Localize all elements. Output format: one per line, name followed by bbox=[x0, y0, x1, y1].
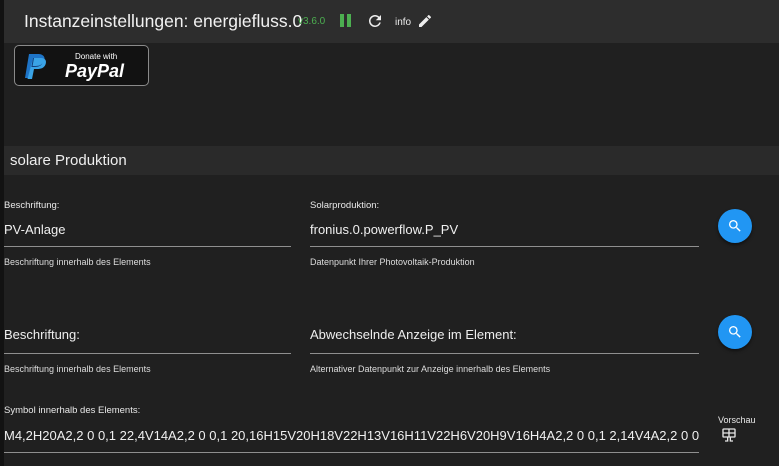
select-datapoint-button[interactable] bbox=[718, 209, 752, 243]
symbol-label: Symbol innerhalb des Elements: bbox=[4, 405, 141, 416]
caption-input[interactable]: PV-Anlage bbox=[4, 222, 65, 237]
caption-secondary-input[interactable]: Beschriftung: bbox=[4, 327, 80, 342]
select-alternate-datapoint-button[interactable] bbox=[718, 315, 752, 349]
preview-label: Vorschau bbox=[718, 415, 756, 425]
paypal-brand-text: PayPal bbox=[65, 61, 125, 81]
solar-production-underline bbox=[310, 246, 699, 247]
symbol-input[interactable]: M4,2H20A2,2 0 0,1 22,4V14A2,2 0 0,1 20,1… bbox=[4, 426, 699, 446]
alternate-display-help: Alternativer Datenpunkt zur Anzeige inne… bbox=[310, 364, 551, 374]
caption-secondary-underline bbox=[4, 353, 291, 354]
pencil-icon[interactable] bbox=[417, 13, 433, 29]
title-bar: Instanzeinstellungen: energiefluss.0 v3.… bbox=[4, 0, 779, 43]
alternate-display-input[interactable]: Abwechselnde Anzeige im Element: bbox=[310, 327, 517, 342]
search-icon bbox=[729, 326, 741, 338]
symbol-input-value: M4,2H20A2,2 0 0,1 22,4V14A2,2 0 0,1 20,1… bbox=[4, 428, 699, 443]
paypal-logo-icon bbox=[25, 54, 46, 79]
section-header: solare Produktion bbox=[4, 146, 779, 175]
page-title: Instanzeinstellungen: energiefluss.0 bbox=[24, 11, 303, 31]
solar-production-input[interactable]: fronius.0.powerflow.P_PV bbox=[310, 222, 458, 237]
instance-settings-window: Instanzeinstellungen: energiefluss.0 v3.… bbox=[4, 0, 779, 466]
caption-help: Beschriftung innerhalb des Elements bbox=[4, 257, 151, 267]
donate-small-text: Donate with bbox=[75, 52, 118, 61]
caption-secondary-help: Beschriftung innerhalb des Elements bbox=[4, 364, 151, 374]
symbol-input-underline bbox=[4, 452, 699, 453]
pause-icon[interactable] bbox=[340, 14, 352, 28]
version-label: v3.6.0 bbox=[298, 16, 326, 27]
solar-production-help: Datenpunkt Ihrer Photovoltaik-Produktion bbox=[310, 257, 475, 267]
alternate-display-underline bbox=[310, 353, 699, 354]
solar-panel-icon bbox=[722, 428, 736, 442]
reload-icon[interactable] bbox=[366, 12, 384, 30]
solar-production-label: Solarproduktion: bbox=[310, 200, 380, 211]
caption-input-underline bbox=[4, 246, 291, 247]
section-title: solare Produktion bbox=[10, 152, 127, 169]
info-button[interactable]: info bbox=[395, 17, 411, 28]
search-icon bbox=[729, 220, 741, 232]
caption-label: Beschriftung: bbox=[4, 200, 60, 211]
paypal-donate-button[interactable]: Donate with PayPal bbox=[14, 45, 149, 86]
